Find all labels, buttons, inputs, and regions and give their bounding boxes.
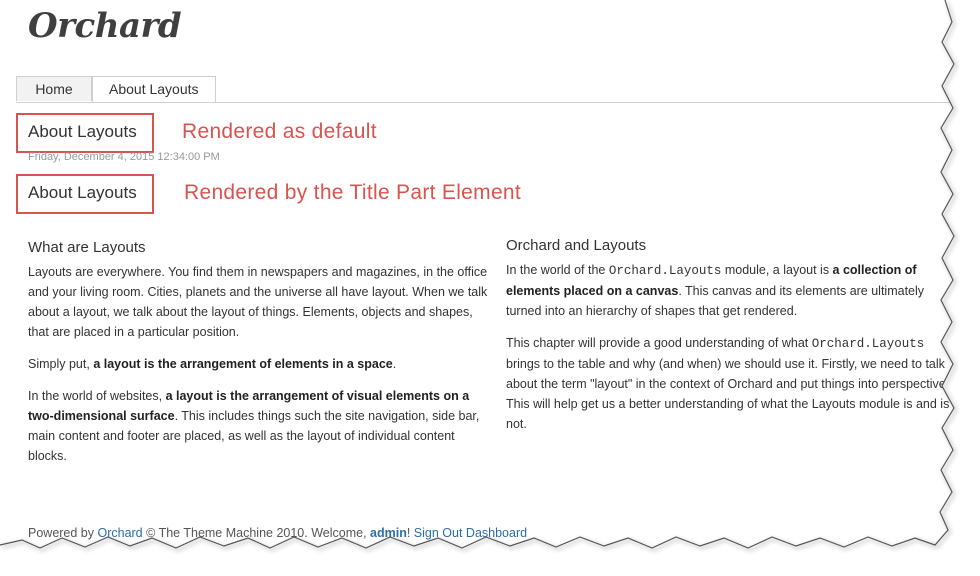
tab-home[interactable]: Home bbox=[16, 76, 92, 101]
default-title-highlight: About Layouts bbox=[16, 113, 154, 153]
page: Orchard Home About Layouts About Layouts… bbox=[0, 0, 980, 576]
dashboard-link[interactable]: Dashboard bbox=[466, 526, 527, 540]
main-nav: Home About Layouts bbox=[16, 76, 980, 103]
default-page-title: About Layouts bbox=[28, 122, 137, 141]
element-annotation-label: Rendered by the Title Part Element bbox=[184, 181, 522, 204]
footer: Powered by Orchard © The Theme Machine 2… bbox=[28, 526, 528, 540]
publish-date: Friday, December 4, 2015 12:34:00 PM bbox=[28, 151, 220, 163]
left-paragraph-1: Layouts are everywhere. You find them in… bbox=[28, 265, 488, 339]
right-column: Orchard and Layouts In the world of the … bbox=[506, 236, 954, 446]
tab-about-layouts[interactable]: About Layouts bbox=[92, 76, 216, 102]
element-page-title: About Layouts bbox=[28, 183, 137, 202]
element-title-highlight: About Layouts bbox=[16, 174, 154, 214]
left-column: What are Layouts Layouts are everywhere.… bbox=[28, 238, 490, 478]
default-annotation-label: Rendered as default bbox=[182, 120, 377, 143]
sign-out-link[interactable]: Sign Out bbox=[414, 526, 463, 540]
right-heading: Orchard and Layouts bbox=[506, 237, 647, 254]
left-heading: What are Layouts bbox=[28, 239, 146, 256]
left-paragraph-3: In the world of websites, a layout is th… bbox=[28, 389, 480, 463]
user-link[interactable]: admin bbox=[370, 526, 407, 540]
right-paragraph-1: In the world of the Orchard.Layouts modu… bbox=[506, 263, 925, 318]
right-paragraph-2: This chapter will provide a good underst… bbox=[506, 336, 950, 431]
orchard-link[interactable]: Orchard bbox=[97, 526, 142, 540]
site-logo[interactable]: Orchard bbox=[28, 6, 182, 46]
left-paragraph-2: Simply put, a layout is the arrangement … bbox=[28, 357, 397, 371]
